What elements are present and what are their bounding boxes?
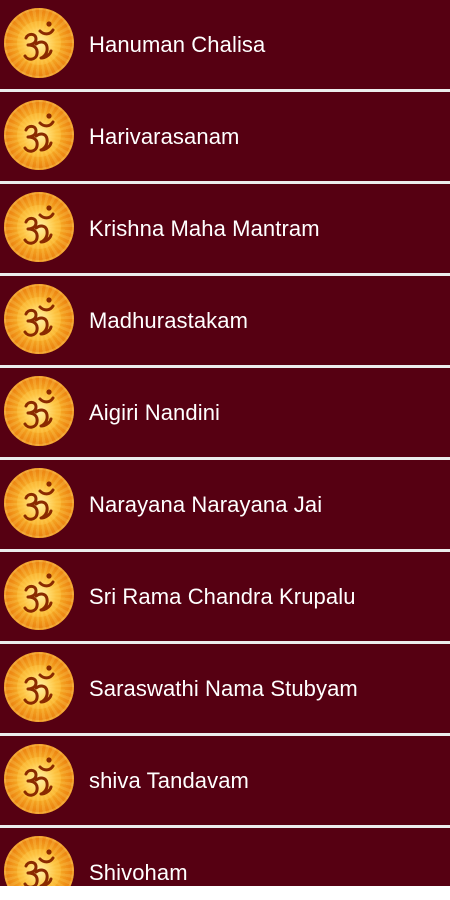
list-item-label: Shivoham — [89, 860, 188, 885]
bottom-strip — [0, 886, 450, 900]
song-list: Hanuman Chalisa Harivarasanam Krishna Ma… — [0, 0, 450, 886]
om-symbol-icon — [4, 744, 74, 814]
om-symbol-icon — [4, 100, 74, 170]
om-symbol-icon — [4, 284, 74, 354]
list-item[interactable]: Krishna Maha Mantram — [0, 184, 450, 276]
song-list-screen: Hanuman Chalisa Harivarasanam Krishna Ma… — [0, 0, 450, 886]
list-item-label: Madhurastakam — [89, 308, 249, 333]
om-symbol-icon — [4, 376, 74, 446]
list-item[interactable]: Aigiri Nandini — [0, 368, 450, 460]
list-item[interactable]: Shivoham — [0, 828, 450, 886]
list-item-label: Harivarasanam — [89, 124, 240, 149]
list-item-label: Aigiri Nandini — [89, 400, 221, 425]
om-symbol-icon — [4, 468, 74, 538]
list-item-label: Saraswathi Nama Stubyam — [89, 676, 358, 701]
list-item[interactable]: Narayana Narayana Jai — [0, 460, 450, 552]
list-item[interactable]: Hanuman Chalisa — [0, 0, 450, 92]
list-item[interactable]: Sri Rama Chandra Krupalu — [0, 552, 450, 644]
list-item-label: Krishna Maha Mantram — [89, 216, 320, 241]
om-symbol-icon — [4, 8, 74, 78]
om-symbol-icon — [4, 192, 74, 262]
om-symbol-icon — [4, 836, 74, 886]
list-item[interactable]: shiva Tandavam — [0, 736, 450, 828]
list-item[interactable]: Harivarasanam — [0, 92, 450, 184]
om-symbol-icon — [4, 560, 74, 630]
list-item[interactable]: Saraswathi Nama Stubyam — [0, 644, 450, 736]
list-item-label: Hanuman Chalisa — [89, 32, 266, 57]
list-item-label: shiva Tandavam — [89, 768, 249, 793]
list-item-label: Sri Rama Chandra Krupalu — [89, 584, 356, 609]
om-symbol-icon — [4, 652, 74, 722]
list-item[interactable]: Madhurastakam — [0, 276, 450, 368]
list-item-label: Narayana Narayana Jai — [89, 492, 323, 517]
